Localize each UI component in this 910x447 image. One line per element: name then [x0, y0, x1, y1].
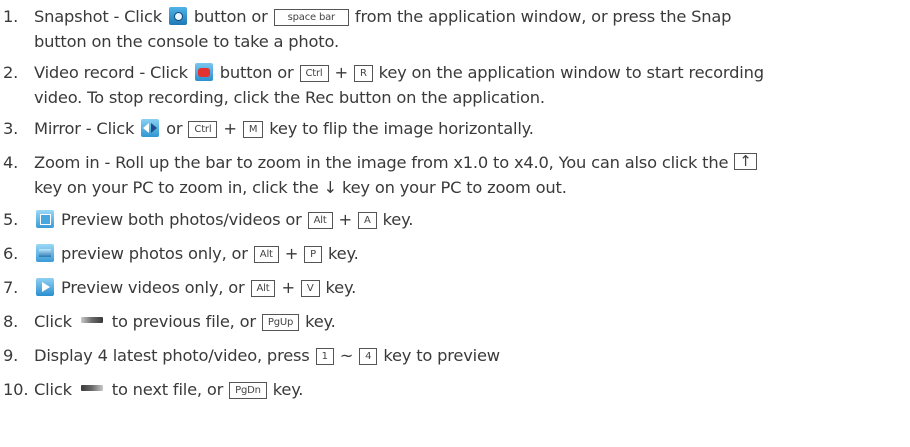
plus-sign: + — [281, 278, 295, 297]
item-text: Zoom in - Roll up the bar to zoom in the… — [34, 153, 729, 172]
next-file-icon — [80, 385, 103, 391]
item-text: button or — [193, 7, 268, 26]
item-text: Click — [34, 380, 72, 399]
m-key: M — [242, 121, 264, 138]
item-text: Display 4 latest photo/video, press — [34, 346, 310, 365]
alt-key: Alt — [307, 212, 333, 229]
item-number: 5. — [3, 210, 19, 229]
pgdn-key: PgDn — [229, 382, 267, 399]
item-number: 3. — [3, 119, 19, 138]
item-number: 9. — [3, 346, 19, 365]
v-key: V — [300, 280, 320, 297]
plus-sign: + — [284, 244, 299, 263]
plus-sign: + — [334, 63, 349, 82]
a-key: A — [357, 212, 377, 229]
item-text: to next file, or — [111, 380, 224, 399]
space-bar-key: space bar — [273, 9, 349, 26]
item-number: 6. — [3, 244, 19, 263]
item-text: key. — [382, 210, 414, 229]
mirror-icon — [141, 119, 160, 137]
1-key: 1 — [315, 348, 334, 365]
item-text: key. — [272, 380, 304, 399]
tilde-sign: ~ — [339, 346, 354, 365]
item-text: key. — [328, 244, 359, 263]
alt-key: Alt — [253, 246, 279, 263]
item-number: 8. — [3, 312, 19, 331]
item-text: or — [166, 119, 183, 138]
item-text: Preview both photos/videos or — [60, 210, 302, 229]
item-number: 1. — [3, 7, 19, 26]
item-text: Snapshot - Click — [34, 7, 162, 26]
plus-sign: + — [223, 119, 237, 138]
item-text-line2: button on the console to take a photo. — [34, 32, 339, 51]
preview-videos-icon — [36, 278, 54, 296]
item-text: key on the application window to start r… — [378, 63, 764, 82]
p-key: P — [304, 246, 323, 263]
previous-file-icon — [80, 317, 103, 323]
item-text: Video record - Click — [34, 63, 188, 82]
item-text: Mirror - Click — [34, 119, 135, 138]
item-text: Click — [34, 312, 72, 331]
preview-photos-icon — [36, 244, 54, 262]
item-text: key to flip the image horizontally. — [269, 119, 534, 138]
item-text: Preview videos only, or — [60, 278, 245, 297]
item-number: 4. — [3, 153, 19, 172]
item-text-line2: key on your PC to zoom in, click the ↓ k… — [34, 178, 567, 197]
item-text: key. — [325, 278, 357, 297]
item-text: preview photos only, or — [60, 244, 248, 263]
item-number: 10. — [3, 380, 29, 399]
4-key: 4 — [359, 348, 378, 365]
item-text: to previous file, or — [111, 312, 256, 331]
item-text: key. — [305, 312, 336, 331]
record-icon — [194, 63, 213, 81]
r-key: R — [353, 65, 373, 82]
item-text: button or — [219, 63, 294, 82]
item-text-line2: video. To stop recording, click the Rec … — [34, 88, 545, 107]
ctrl-key: Ctrl — [299, 65, 329, 82]
item-number: 7. — [3, 278, 19, 297]
item-number: 2. — [3, 63, 19, 82]
camera-icon — [168, 7, 187, 25]
preview-both-icon — [36, 210, 54, 228]
item-text: key to preview — [383, 346, 500, 365]
pgup-key: PgUp — [261, 314, 300, 331]
alt-key: Alt — [250, 280, 276, 297]
ctrl-key: Ctrl — [188, 121, 218, 138]
item-text: from the application window, or press th… — [354, 7, 732, 26]
plus-sign: + — [338, 210, 353, 229]
up-arrow-key: ↑ — [734, 153, 757, 170]
